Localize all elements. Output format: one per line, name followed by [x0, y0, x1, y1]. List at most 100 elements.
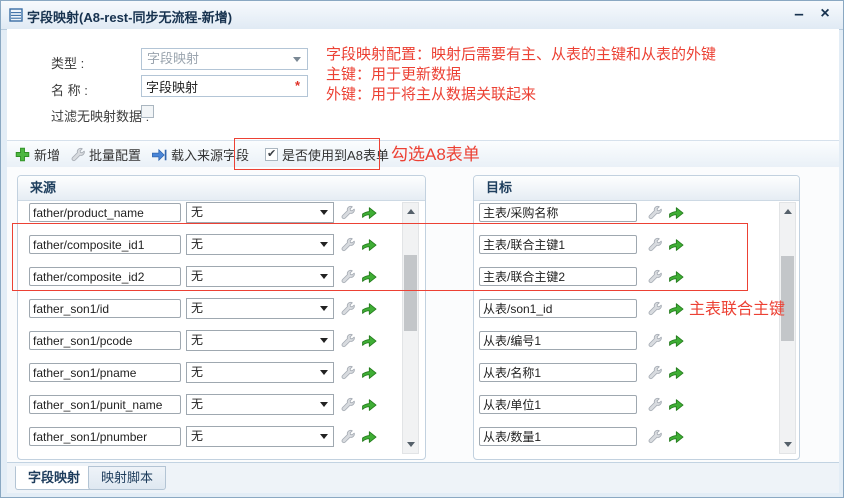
transfer-arrow-icon[interactable]: [668, 269, 685, 284]
source-field-input[interactable]: [29, 203, 181, 222]
transfer-arrow-icon[interactable]: [361, 301, 378, 316]
source-row: 无: [29, 330, 405, 351]
target-field-input[interactable]: [479, 363, 637, 382]
wrench-icon[interactable]: [340, 269, 355, 284]
chevron-down-icon: [320, 210, 328, 215]
mapping-dropdown[interactable]: 无: [186, 330, 334, 351]
name-input[interactable]: [141, 75, 308, 97]
wrench-icon[interactable]: [647, 397, 662, 412]
transfer-arrow-icon[interactable]: [361, 429, 378, 444]
mapping-dropdown[interactable]: 无: [186, 426, 334, 447]
source-field-input[interactable]: [29, 395, 181, 414]
mapping-dropdown[interactable]: 无: [186, 234, 334, 255]
mapping-value: 无: [191, 237, 204, 251]
wrench-icon[interactable]: [340, 333, 355, 348]
source-field-input[interactable]: [29, 235, 181, 254]
plus-icon: [15, 147, 30, 162]
dialog-titlebar: 字段映射(A8-rest-同步无流程-新增) – ×: [1, 1, 843, 30]
target-field-input[interactable]: [479, 267, 637, 286]
target-field-input[interactable]: [479, 331, 637, 350]
source-scrollbar[interactable]: [402, 202, 419, 454]
transfer-arrow-icon[interactable]: [361, 237, 378, 252]
mapping-dropdown[interactable]: 无: [186, 394, 334, 415]
name-label: 名 称 :: [51, 83, 88, 98]
tab-field-mapping[interactable]: 字段映射: [15, 466, 94, 490]
source-field-input[interactable]: [29, 267, 181, 286]
mapping-dropdown[interactable]: 无: [186, 202, 334, 223]
target-scrollbar[interactable]: [779, 202, 796, 454]
transfer-arrow-icon[interactable]: [361, 269, 378, 284]
target-field-input[interactable]: [479, 395, 637, 414]
source-panel: 来源 无 无 无: [17, 175, 426, 460]
mapping-dropdown[interactable]: 无: [186, 266, 334, 287]
wrench-icon[interactable]: [647, 301, 662, 316]
add-button[interactable]: 新增: [15, 145, 60, 164]
table-icon: [9, 8, 23, 22]
wrench-icon[interactable]: [647, 237, 662, 252]
target-field-input[interactable]: [479, 299, 637, 318]
scroll-down-icon[interactable]: [780, 437, 795, 453]
transfer-arrow-icon[interactable]: [668, 205, 685, 220]
source-row: 无: [29, 394, 405, 415]
source-field-input[interactable]: [29, 363, 181, 382]
bottom-tabbar: 字段映射 映射脚本: [7, 462, 839, 493]
wrench-icon[interactable]: [647, 205, 662, 220]
tab-mapping-script[interactable]: 映射脚本: [88, 466, 167, 490]
load-source-fields-label: 载入来源字段: [171, 148, 250, 163]
transfer-arrow-icon[interactable]: [361, 365, 378, 380]
wrench-icon[interactable]: [340, 365, 355, 380]
chevron-down-icon: [320, 402, 328, 407]
use-a8-form-option[interactable]: 是否使用到A8表单: [265, 145, 389, 164]
a8-checkbox[interactable]: [265, 148, 279, 161]
load-source-fields-button[interactable]: 载入来源字段: [151, 145, 249, 164]
wrench-icon[interactable]: [647, 429, 662, 444]
scroll-up-icon[interactable]: [780, 203, 795, 219]
wrench-icon[interactable]: [340, 205, 355, 220]
type-value: 字段映射: [147, 51, 200, 66]
target-field-input[interactable]: [479, 203, 637, 222]
mapping-dropdown[interactable]: 无: [186, 298, 334, 319]
type-dropdown[interactable]: 字段映射: [141, 48, 308, 70]
transfer-arrow-icon[interactable]: [668, 301, 685, 316]
target-field-input[interactable]: [479, 235, 637, 254]
target-row: [479, 298, 779, 319]
scroll-down-icon[interactable]: [403, 437, 418, 453]
source-field-input[interactable]: [29, 299, 181, 318]
transfer-arrow-icon[interactable]: [361, 205, 378, 220]
wrench-icon[interactable]: [647, 333, 662, 348]
transfer-arrow-icon[interactable]: [361, 333, 378, 348]
config-annotation: 字段映射配置：映射后需要有主、从表的主键和从表的外键 主键：用于更新数据 外键：…: [326, 45, 716, 105]
scrollbar-thumb[interactable]: [404, 255, 417, 331]
a8-checkbox-label: 是否使用到A8表单: [282, 148, 389, 163]
target-row: [479, 266, 779, 287]
filter-checkbox[interactable]: [141, 105, 154, 118]
transfer-arrow-icon[interactable]: [668, 429, 685, 444]
dialog-title: 字段映射(A8-rest-同步无流程-新增): [27, 10, 233, 25]
wrench-icon[interactable]: [340, 237, 355, 252]
scrollbar-thumb[interactable]: [781, 256, 794, 341]
minimize-icon[interactable]: –: [787, 3, 811, 25]
transfer-arrow-icon[interactable]: [668, 333, 685, 348]
toolbar: 新增 批量配置 载入来源字段 是否使用到A8表单: [7, 140, 839, 169]
chevron-down-icon: [320, 306, 328, 311]
batch-config-label: 批量配置: [89, 148, 142, 163]
transfer-arrow-icon[interactable]: [361, 397, 378, 412]
scroll-up-icon[interactable]: [403, 203, 418, 219]
transfer-arrow-icon[interactable]: [668, 237, 685, 252]
batch-config-button[interactable]: 批量配置: [70, 145, 141, 164]
wrench-icon[interactable]: [340, 301, 355, 316]
transfer-arrow-icon[interactable]: [668, 365, 685, 380]
transfer-arrow-icon[interactable]: [668, 397, 685, 412]
source-field-input[interactable]: [29, 427, 181, 446]
mapping-value: 无: [191, 205, 204, 219]
source-field-input[interactable]: [29, 331, 181, 350]
mapping-dropdown[interactable]: 无: [186, 362, 334, 383]
target-field-input[interactable]: [479, 427, 637, 446]
wrench-icon[interactable]: [340, 397, 355, 412]
wrench-icon[interactable]: [340, 429, 355, 444]
wrench-icon[interactable]: [647, 365, 662, 380]
close-icon[interactable]: ×: [813, 3, 837, 25]
wrench-icon[interactable]: [647, 269, 662, 284]
source-panel-title: 来源: [18, 176, 425, 201]
source-row: 无: [29, 362, 405, 383]
